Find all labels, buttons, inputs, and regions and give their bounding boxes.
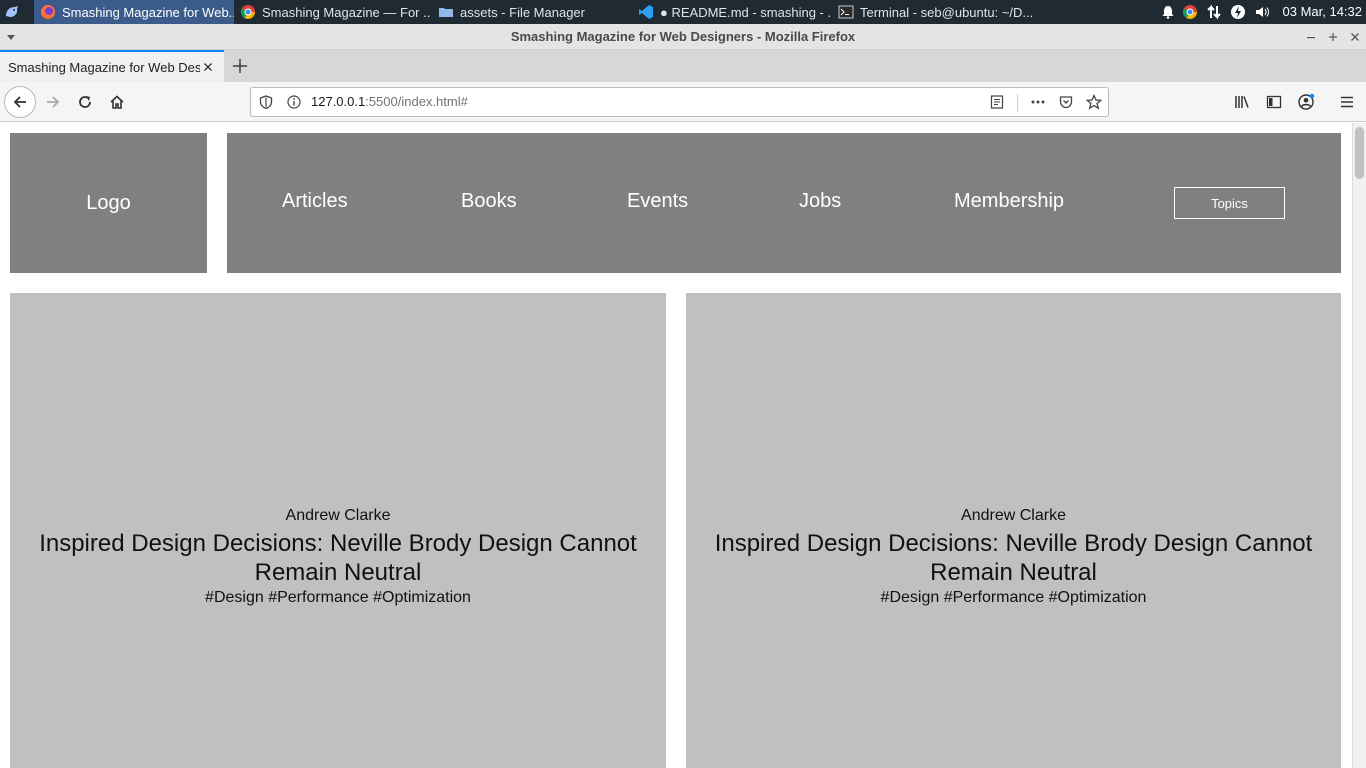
network-transfer-icon[interactable] — [1202, 4, 1226, 20]
nav-link-books[interactable]: Books — [461, 133, 517, 273]
article-author[interactable]: Andrew Clarke — [10, 506, 666, 526]
back-button-icon[interactable] — [4, 86, 36, 118]
address-bar[interactable]: 127.0.0.1:5500/index.html# — [250, 87, 1109, 117]
taskbar-item-label: Smashing Magazine — For ... — [262, 4, 430, 20]
url-divider — [1017, 94, 1018, 112]
taskbar-item-label: Smashing Magazine for Web... — [62, 4, 234, 20]
url-host: 127.0.0.1 — [311, 94, 366, 109]
article-card[interactable]: Andrew Clarke Inspired Design Decisions:… — [686, 293, 1341, 768]
nav-link-membership[interactable]: Membership — [954, 133, 1064, 273]
navigation-toolbar: 127.0.0.1:5500/index.html# — [0, 82, 1366, 122]
terminal-icon — [838, 4, 854, 20]
window-title: Smashing Magazine for Web Designers - Mo… — [510, 29, 856, 44]
reload-icon[interactable] — [69, 86, 101, 118]
bookmark-star-icon[interactable] — [1086, 94, 1102, 110]
url-text[interactable]: 127.0.0.1:5500/index.html# — [311, 88, 468, 116]
taskbar-item-label: assets - File Manager — [460, 4, 585, 20]
volume-icon[interactable] — [1250, 4, 1274, 20]
browser-tab-active[interactable]: Smashing Magazine for Web Designers — [0, 50, 224, 82]
nav-link-jobs[interactable]: Jobs — [799, 133, 841, 273]
nav-link-articles[interactable]: Articles — [282, 133, 348, 273]
window-titlebar[interactable]: Smashing Magazine for Web Designers - Mo… — [0, 24, 1366, 50]
site-logo[interactable]: Logo — [10, 133, 207, 273]
taskbar-item-file-manager[interactable]: assets - File Manager — [432, 0, 628, 24]
article-card[interactable]: Andrew Clarke Inspired Design Decisions:… — [10, 293, 666, 768]
taskbar-item-label: ● README.md - smashing - ... — [660, 4, 832, 20]
article-author[interactable]: Andrew Clarke — [686, 506, 1341, 526]
article-tags[interactable]: #Design #Performance #Optimization — [10, 588, 666, 608]
account-icon[interactable] — [1290, 86, 1322, 118]
app-menu-icon[interactable] — [4, 4, 20, 20]
article-title[interactable]: Inspired Design Decisions: Neville Brody… — [694, 529, 1333, 587]
url-path: :5500/index.html# — [365, 94, 468, 109]
chrome-tray-icon[interactable] — [1178, 4, 1202, 20]
library-icon[interactable] — [1226, 86, 1258, 118]
new-tab-icon[interactable] — [230, 56, 250, 76]
minimize-icon[interactable] — [1302, 28, 1320, 46]
nav-link-events[interactable]: Events — [627, 133, 688, 273]
maximize-icon[interactable] — [1324, 28, 1342, 46]
taskbar-item-label: Terminal - seb@ubuntu: ~/D... — [860, 4, 1032, 20]
clock[interactable]: 03 Mar, 14:32 — [1283, 0, 1363, 24]
topics-button[interactable]: Topics — [1174, 187, 1285, 219]
tab-strip: Smashing Magazine for Web Designers — [0, 50, 1366, 82]
taskbar-item-firefox[interactable]: Smashing Magazine for Web... — [34, 0, 234, 24]
page-viewport: Logo Articles Books Events Jobs Membersh… — [0, 123, 1352, 768]
article-card-content: Andrew Clarke Inspired Design Decisions:… — [10, 506, 666, 608]
taskbar-item-terminal[interactable]: Terminal - seb@ubuntu: ~/D... — [832, 0, 1032, 24]
close-window-icon[interactable] — [1346, 28, 1364, 46]
notification-bell-icon[interactable] — [1158, 5, 1178, 19]
hamburger-menu-icon[interactable] — [1331, 86, 1363, 118]
scrollbar-thumb[interactable] — [1355, 127, 1364, 179]
chrome-icon — [240, 4, 256, 20]
page-scrollbar[interactable] — [1352, 123, 1366, 768]
article-title[interactable]: Inspired Design Decisions: Neville Brody… — [18, 529, 658, 587]
power-icon[interactable] — [1226, 4, 1250, 20]
sidebar-icon[interactable] — [1258, 86, 1290, 118]
folder-icon — [438, 4, 454, 20]
tracking-shield-icon[interactable] — [258, 94, 274, 110]
tab-title: Smashing Magazine for Web Designers — [8, 59, 200, 75]
article-tags[interactable]: #Design #Performance #Optimization — [686, 588, 1341, 608]
os-taskbar: Smashing Magazine for Web... Smashing Ma… — [0, 0, 1366, 24]
firefox-icon — [40, 4, 56, 20]
site-info-icon[interactable] — [286, 94, 302, 110]
home-icon[interactable] — [101, 86, 133, 118]
taskbar-item-chrome[interactable]: Smashing Magazine — For ... — [234, 0, 430, 24]
reader-view-icon[interactable] — [989, 94, 1005, 110]
forward-button-icon[interactable] — [37, 86, 69, 118]
article-card-content: Andrew Clarke Inspired Design Decisions:… — [686, 506, 1341, 608]
system-tray — [1158, 0, 1274, 24]
main-navigation: Articles Books Events Jobs Membership To… — [227, 133, 1341, 273]
vscode-icon — [638, 4, 654, 20]
taskbar-item-vscode[interactable]: ● README.md - smashing - ... — [632, 0, 832, 24]
close-tab-icon[interactable] — [200, 59, 216, 75]
pocket-icon[interactable] — [1058, 94, 1074, 110]
page-actions-icon[interactable] — [1030, 94, 1046, 110]
